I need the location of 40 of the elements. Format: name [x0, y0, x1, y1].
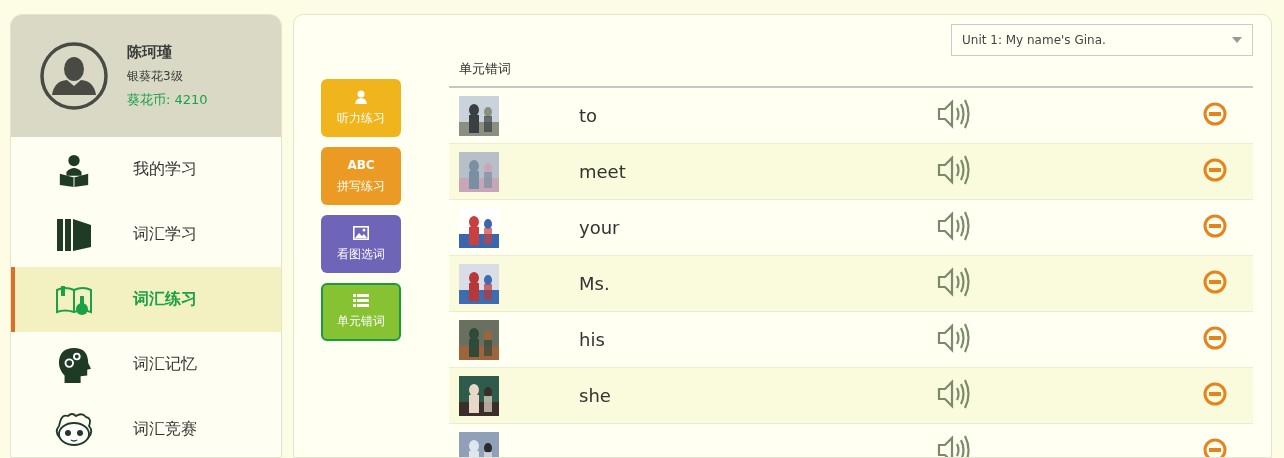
speaker-icon[interactable]	[937, 433, 971, 457]
avatar-icon	[39, 41, 109, 111]
remove-icon[interactable]	[1203, 269, 1227, 294]
menu-item[interactable]: 词汇记忆	[11, 332, 281, 397]
remove-icon[interactable]	[1203, 437, 1227, 457]
listener-icon	[355, 89, 367, 104]
books-icon	[56, 216, 92, 253]
reader-icon	[57, 152, 91, 187]
remove-icon[interactable]	[1203, 325, 1227, 350]
caret-icon	[1232, 37, 1242, 43]
word-text: to	[579, 105, 598, 126]
menu-item[interactable]: 我的学习	[11, 137, 281, 202]
speaker-icon[interactable]	[937, 97, 971, 130]
speaker-icon[interactable]	[937, 377, 971, 410]
menu-item[interactable]: 词汇竞赛	[11, 397, 281, 457]
user-level: 银葵花3级	[127, 68, 184, 85]
head-gears-icon	[57, 345, 91, 384]
coin-balance: 葵花币: 4210	[127, 91, 208, 109]
remove-icon[interactable]	[1203, 157, 1227, 182]
speaker-icon[interactable]	[937, 265, 971, 298]
unit-dropdown[interactable]: Unit 1: My name's Gina.	[951, 24, 1253, 56]
speaker-icon[interactable]	[937, 209, 971, 242]
image-icon	[353, 225, 369, 240]
menu-item[interactable]: 词汇学习	[11, 202, 281, 267]
flower-face-icon	[54, 411, 94, 448]
speaker-icon[interactable]	[937, 153, 971, 186]
word-text: meet	[579, 161, 626, 182]
speaker-icon[interactable]	[937, 321, 971, 354]
remove-icon[interactable]	[1203, 213, 1227, 238]
word-text: she	[579, 385, 611, 406]
table-heading: 单元错词	[449, 52, 1253, 88]
remove-icon[interactable]	[1203, 101, 1227, 126]
mode-button[interactable]: 看图选词	[321, 215, 401, 273]
word-text: your	[579, 217, 620, 238]
open-book-icon	[56, 283, 92, 316]
user-name: 陈珂瑾	[127, 43, 173, 62]
word-text: Ms.	[579, 273, 610, 294]
list-icon	[353, 294, 369, 307]
word-text: his	[579, 329, 605, 350]
remove-icon[interactable]	[1203, 381, 1227, 406]
